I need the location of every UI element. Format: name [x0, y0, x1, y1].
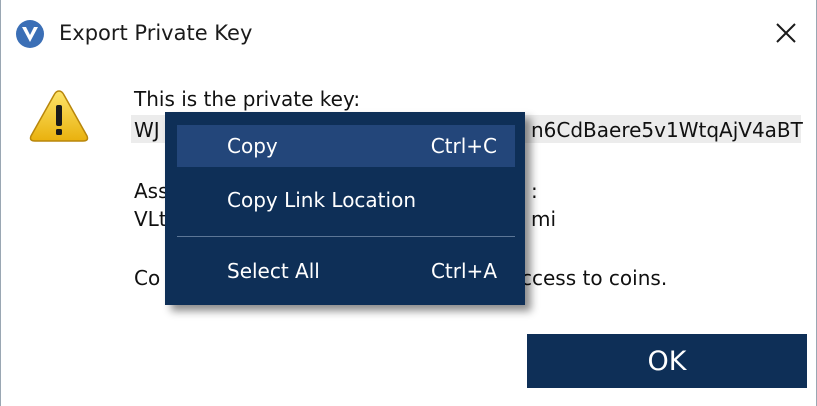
menu-item-shortcut: Ctrl+C — [430, 134, 497, 158]
close-button[interactable] — [756, 0, 816, 66]
window-title: Export Private Key — [59, 21, 253, 45]
context-menu-item-copy[interactable]: Copy Ctrl+C — [177, 125, 515, 167]
private-key-label: This is the private key: — [134, 87, 361, 111]
v-logo-icon — [16, 20, 44, 48]
associated-label-end: : — [531, 179, 538, 203]
warning-text-end: ccess to coins. — [521, 266, 668, 290]
title-bar[interactable]: Export Private Key — [1, 0, 816, 66]
menu-item-label: Copy Link Location — [227, 188, 416, 212]
associated-label-start: Ass — [134, 179, 169, 203]
private-key-text-start: WJ — [134, 118, 160, 142]
address-text-end: mi — [531, 207, 557, 231]
ok-button-label: OK — [647, 345, 687, 377]
warning-text-start: Co — [134, 266, 161, 290]
menu-separator — [177, 236, 515, 237]
menu-item-label: Select All — [227, 259, 320, 283]
address-text-start: VLt — [134, 207, 167, 231]
private-key-text-end: n6CdBaere5v1WtqAjV4aBT — [531, 118, 803, 142]
context-menu-item-copy-link-location[interactable]: Copy Link Location — [177, 179, 515, 221]
close-icon — [776, 23, 796, 43]
menu-item-label: Copy — [227, 134, 278, 158]
menu-item-shortcut: Ctrl+A — [430, 259, 497, 283]
export-private-key-dialog: Export Private Key This is the private k… — [0, 0, 817, 406]
warning-icon — [29, 90, 89, 142]
context-menu: Copy Ctrl+C Copy Link Location Select Al… — [165, 112, 525, 305]
ok-button[interactable]: OK — [527, 334, 807, 388]
context-menu-item-select-all[interactable]: Select All Ctrl+A — [177, 250, 515, 292]
